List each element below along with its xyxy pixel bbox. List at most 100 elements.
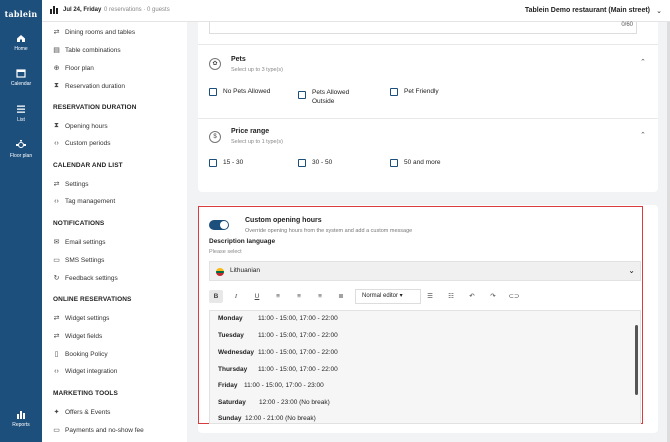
italic-button[interactable]: I	[229, 290, 243, 303]
align-justify-icon[interactable]: ≣	[334, 290, 348, 303]
grid-icon: ▤	[53, 47, 60, 54]
day-label: Monday	[218, 315, 243, 322]
rail-item-reports[interactable]: Reports	[0, 410, 42, 428]
checkbox-box[interactable]	[298, 159, 306, 167]
rail-item-home[interactable]: Home	[0, 34, 42, 52]
menu-label: Table combinations	[65, 46, 121, 54]
custom-hours-toggle[interactable]	[209, 220, 229, 230]
editor-scrollbar[interactable]	[635, 325, 638, 395]
checkbox-pet-friendly[interactable]: Pet Friendly	[390, 88, 439, 96]
menu-item-table-combinations[interactable]: ▤ Table combinations	[53, 46, 121, 55]
lithuania-flag-icon	[216, 268, 224, 276]
text-area[interactable]	[209, 22, 637, 34]
rail-item-calendar[interactable]: Calendar	[0, 68, 42, 87]
settings-menu: ⇄ Dining rooms and tables ▤ Table combinat…	[42, 22, 187, 442]
custom-hours-title: Custom opening hours	[245, 217, 322, 224]
menu-label: Email settings	[65, 238, 106, 246]
checkbox-pets-outside[interactable]: Pets Allowed Outside	[298, 88, 368, 106]
menu-item-widget-fields[interactable]: ⇄ Widget fields	[53, 332, 103, 341]
menu-item-widget-integration[interactable]: ‹› Widget integration	[53, 368, 117, 375]
menu-item-reservation-duration[interactable]: ⧗ Reservation duration	[53, 82, 125, 90]
checkbox-box[interactable]	[209, 88, 217, 96]
pets-subtitle: Select up to 3 type(s)	[231, 67, 283, 73]
menu-label: Payments and no-show fee	[65, 426, 144, 434]
arrows-icon: ⇄	[53, 333, 60, 340]
rail-item-floor-plan[interactable]: Floor plan	[0, 140, 42, 159]
numbered-list-icon[interactable]: ☷	[444, 290, 458, 303]
menu-item-sms-settings[interactable]: ▭ SMS Settings	[53, 256, 104, 265]
menu-item-offers-events[interactable]: ✦ Offers & Events	[53, 408, 111, 417]
arrows-icon: ⇄	[53, 181, 60, 188]
menu-item-booking-policy[interactable]: ▯ Booking Policy	[53, 350, 108, 359]
rail-label-home: Home	[14, 46, 28, 52]
undo-icon[interactable]: ↶	[465, 290, 479, 303]
paw-icon: ✿	[209, 58, 221, 70]
time-value: 11:00 - 15:00, 17:00 - 22:00	[258, 315, 338, 322]
menu-item-settings[interactable]: ⇄ Settings	[53, 180, 89, 189]
menu-item-custom-periods[interactable]: ‹› Custom periods	[53, 140, 111, 147]
current-date[interactable]: Jul 24, Friday	[63, 7, 101, 13]
menu-label: Settings	[65, 180, 89, 188]
time-value: 12:00 - 21:00 (No break)	[245, 415, 316, 422]
align-center-icon[interactable]: ≡	[292, 290, 306, 303]
checkbox-box[interactable]	[390, 159, 398, 167]
card-icon: ▭	[53, 427, 60, 434]
menu-heading: CALENDAR AND LIST	[53, 162, 123, 169]
menu-item-dining-rooms[interactable]: ⇄ Dining rooms and tables	[53, 28, 136, 37]
collapse-icon[interactable]: ⌃	[640, 58, 646, 66]
custom-hours-subtitle: Override opening hours from the system a…	[245, 228, 413, 234]
offers-icon: ✦	[53, 409, 60, 416]
align-right-icon[interactable]: ≡	[313, 290, 327, 303]
bullet-list-icon[interactable]: ☰	[423, 290, 437, 303]
checkbox-label: Pet Friendly	[404, 88, 439, 95]
checkbox-box[interactable]	[298, 91, 306, 99]
floor-plan-icon: ⊕	[53, 65, 60, 72]
arrows-icon: ⇄	[53, 29, 60, 36]
checkbox-price-15-30[interactable]: 15 - 30	[209, 159, 243, 167]
checkbox-price-50-more[interactable]: 50 and more	[390, 159, 441, 167]
checkbox-label: 15 - 30	[223, 159, 244, 166]
hourglass-icon: ⧗	[54, 122, 59, 129]
hours-row-tuesday: Tuesday 11:00 - 15:00, 17:00 - 22:00	[218, 332, 338, 339]
menu-item-payments[interactable]: ▭ Payments and no-show fee	[53, 426, 144, 435]
arrows-icon: ⇄	[53, 315, 60, 322]
menu-item-floor-plan[interactable]: ⊕ Floor plan	[53, 64, 94, 73]
bold-button[interactable]: B	[209, 290, 223, 303]
menu-item-opening-hours[interactable]: ⧗ Opening hours	[53, 122, 108, 130]
restaurant-selector[interactable]: Tablein Demo restaurant (Main street)	[525, 7, 650, 14]
chevron-down-icon[interactable]: ⌄	[628, 266, 635, 275]
menu-item-email-settings[interactable]: ✉ Email settings	[53, 238, 106, 247]
align-left-icon[interactable]: ≡	[271, 290, 285, 303]
rail-item-list[interactable]: List	[0, 104, 42, 123]
attributes-panel: 0/60 ✿ Pets Select up to 3 type(s) ⌃ No …	[198, 22, 658, 192]
checkbox-price-30-50[interactable]: 30 - 50	[298, 159, 332, 167]
time-value: 11:00 - 15:00, 17:00 - 22:00	[258, 332, 338, 339]
checkbox-box[interactable]	[390, 88, 398, 96]
hours-row-monday: Monday 11:00 - 15:00, 17:00 - 22:00	[218, 315, 338, 322]
checkbox-no-pets[interactable]: No Pets Allowed	[209, 88, 270, 96]
menu-item-tag-management[interactable]: ‹› Tag management	[53, 198, 115, 205]
editor-mode-select[interactable]: Normal editor ▾	[355, 289, 421, 304]
rail-label-list: List	[17, 117, 25, 123]
chevron-down-icon[interactable]: ⌄	[656, 7, 662, 15]
checkbox-box[interactable]	[209, 159, 217, 167]
top-bar: Jul 24, Friday 0 reservations · 0 guests…	[42, 0, 670, 22]
hours-row-wednesday: Wednesday 11:00 - 15:00, 17:00 - 22:00	[218, 349, 338, 356]
menu-item-feedback-settings[interactable]: ↻ Feedback settings	[53, 274, 118, 283]
left-rail: tablein Home Calendar List Floor plan Re…	[0, 0, 42, 442]
app-logo[interactable]: tablein	[0, 9, 42, 19]
link-icon[interactable]: ⊂⊃	[507, 290, 521, 303]
collapse-icon[interactable]: ⌃	[640, 131, 646, 139]
rail-label-calendar: Calendar	[10, 81, 32, 87]
menu-item-widget-settings[interactable]: ⇄ Widget settings	[53, 314, 110, 323]
hourglass-icon: ⧗	[54, 82, 59, 89]
checkbox-label: No Pets Allowed	[223, 88, 271, 95]
redo-icon[interactable]: ↷	[486, 290, 500, 303]
hours-editor[interactable]: Monday 11:00 - 15:00, 17:00 - 22:00 Tuesd…	[209, 310, 641, 424]
day-label: Thursday	[218, 366, 248, 373]
underline-button[interactable]: U	[250, 290, 264, 303]
menu-label: Custom periods	[65, 140, 111, 147]
document-icon: ▯	[54, 351, 59, 358]
language-select[interactable]: Lithuanian ⌄	[209, 261, 641, 281]
home-icon	[17, 35, 25, 42]
